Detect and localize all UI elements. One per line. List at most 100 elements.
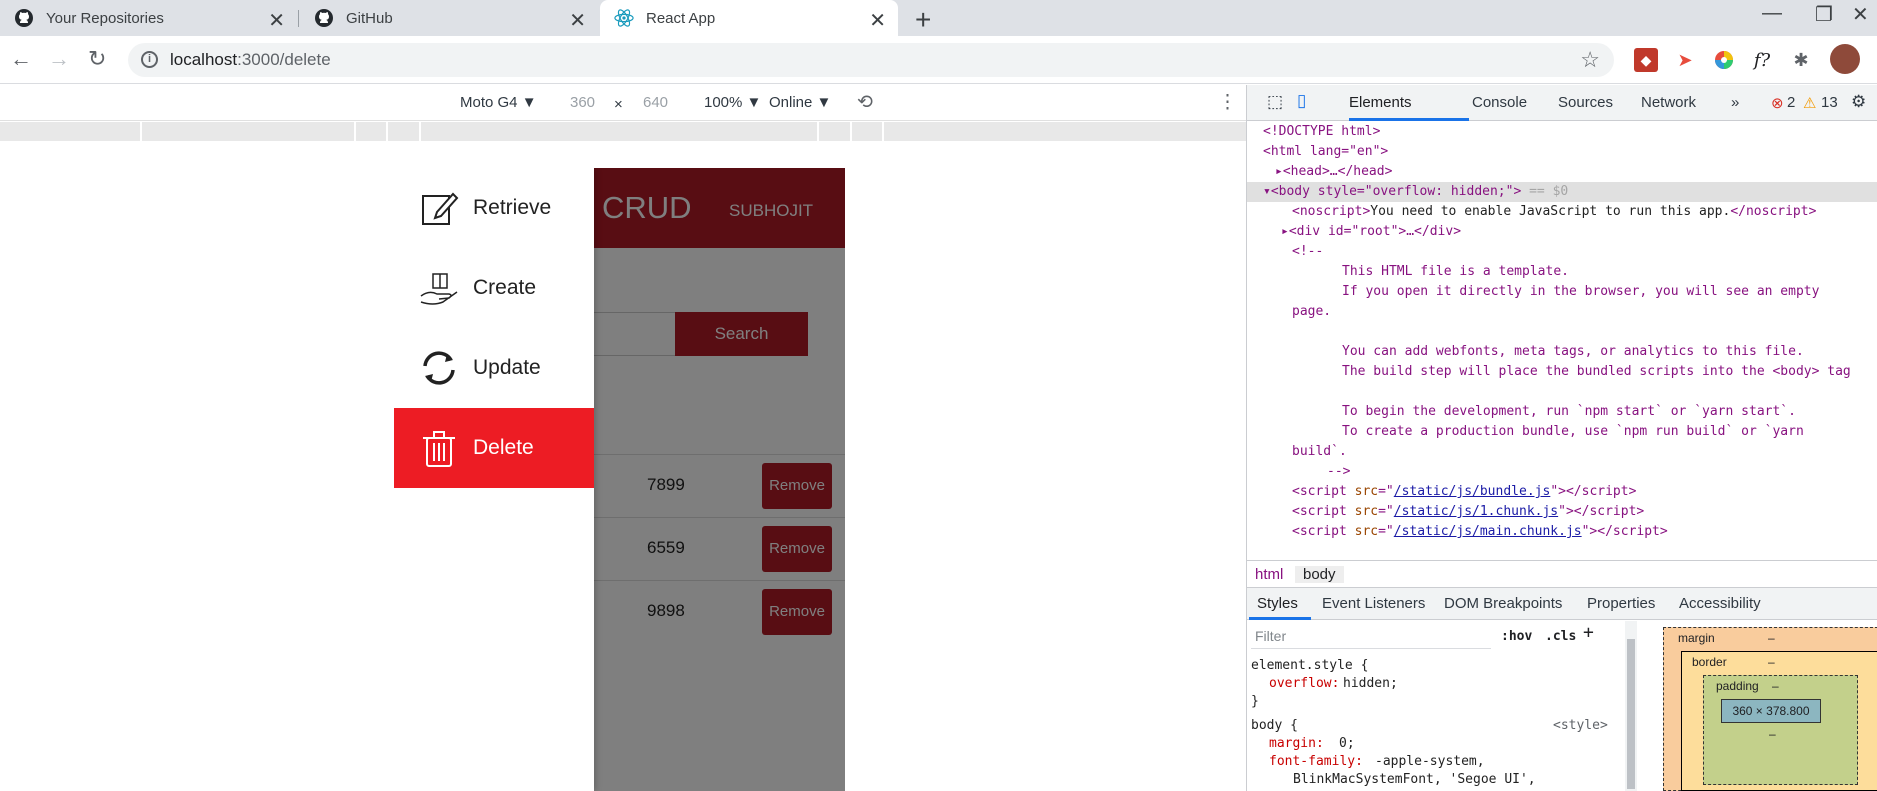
more-tabs-button[interactable]: » [1731, 94, 1739, 111]
breadcrumb-body[interactable]: body [1295, 566, 1344, 583]
rule-source[interactable]: <style> [1553, 717, 1608, 735]
info-icon[interactable]: i [141, 51, 158, 68]
dom-comment: You can add webfonts, meta tags, or anal… [1342, 344, 1804, 359]
box-content[interactable]: 360 × 378.800 [1721, 699, 1821, 723]
tab-sources[interactable]: Sources [1558, 94, 1613, 111]
ruler-tick [817, 122, 819, 141]
device-height-input[interactable]: 640 [643, 94, 668, 111]
tab-accessibility[interactable]: Accessibility [1679, 595, 1761, 612]
avatar[interactable] [1830, 44, 1860, 74]
color-wheel-icon[interactable] [1712, 48, 1736, 72]
browser-tab-github[interactable]: GitHub ✕ [300, 0, 598, 36]
dom-root-div[interactable]: ▸<div id="root">…</div> [1247, 222, 1877, 242]
close-icon[interactable]: ✕ [869, 8, 886, 33]
box-padding-top: – [1772, 679, 1779, 693]
new-style-rule-icon[interactable]: + [1583, 624, 1594, 642]
dom-doctype[interactable]: <!DOCTYPE html> [1247, 122, 1877, 142]
tab-elements[interactable]: Elements [1349, 94, 1412, 111]
gift-hand-icon [420, 273, 458, 305]
breadcrumb-html[interactable]: html [1247, 566, 1291, 583]
throttle-select[interactable]: Online ▼ [769, 94, 831, 111]
tab-title: React App [646, 9, 716, 27]
minimize-icon[interactable]: — [1762, 2, 1782, 25]
drawer-item-delete[interactable]: Delete [394, 408, 594, 488]
bookmark-star-icon[interactable]: ☆ [1580, 47, 1600, 73]
ruler-tick [140, 122, 142, 141]
browser-toolbar: ← → ↻ i localhost:3000/delete ☆ ◆ ➤ f? ✱ [0, 36, 1877, 84]
close-window-icon[interactable]: ✕ [1852, 2, 1869, 27]
settings-gear-icon[interactable]: ⚙ [1851, 92, 1866, 112]
trash-icon [423, 431, 455, 467]
css-value[interactable]: -apple-system, [1375, 753, 1485, 771]
css-value[interactable]: 0; [1339, 735, 1355, 753]
dom-comment: --> [1327, 464, 1351, 479]
drawer-item-update[interactable]: Update [394, 328, 594, 408]
tab-styles[interactable]: Styles [1257, 595, 1298, 612]
dom-comment[interactable]: <!-- [1247, 242, 1877, 262]
styles-scrollbar[interactable] [1625, 621, 1637, 791]
device-width-input[interactable]: 360 [570, 94, 595, 111]
dom-script[interactable]: <script src="/static/js/1.chunk.js"></sc… [1247, 502, 1877, 522]
warning-count[interactable]: 13 [1821, 94, 1838, 111]
dom-html[interactable]: <html lang="en"> [1247, 142, 1877, 162]
css-value[interactable]: hidden; [1343, 675, 1398, 693]
tab-console[interactable]: Console [1472, 94, 1527, 111]
box-padding-bottom: – [1769, 727, 1776, 741]
rotate-icon[interactable]: ⟲ [857, 91, 873, 114]
css-property[interactable]: margin: [1269, 735, 1324, 753]
scrollbar-thumb[interactable] [1627, 639, 1635, 789]
tab-dom-breakpoints[interactable]: DOM Breakpoints [1444, 595, 1562, 612]
new-tab-button[interactable]: + [915, 4, 931, 36]
extension-puzzle-red-icon[interactable]: ◆ [1634, 48, 1658, 72]
drawer-item-create[interactable]: Create [394, 248, 594, 328]
dom-body[interactable]: ▾<body style="overflow: hidden;"> == $0 [1247, 182, 1877, 202]
dom-comment: This HTML file is a template. [1342, 264, 1569, 279]
device-toggle-icon[interactable]: ▯ [1297, 91, 1306, 111]
body-rule[interactable]: body { [1251, 717, 1298, 735]
close-icon[interactable]: ✕ [268, 8, 285, 33]
extensions-puzzle-icon[interactable]: ✱ [1789, 48, 1813, 72]
reload-icon[interactable]: ↻ [88, 46, 106, 72]
styles-pane: Filter :hov .cls + element.style { overf… [1247, 621, 1637, 791]
extension-arrow-icon[interactable]: ➤ [1673, 48, 1697, 72]
device-select[interactable]: Moto G4 ▼ [460, 94, 537, 111]
more-options-icon[interactable]: ⋮ [1218, 91, 1237, 114]
react-icon [614, 8, 634, 28]
dom-comment: If you open it directly in the browser, … [1342, 284, 1820, 299]
formula-icon[interactable]: f? [1750, 48, 1774, 72]
browser-tab-repositories[interactable]: Your Repositories ✕ [0, 0, 297, 36]
active-subtab-indicator [1249, 617, 1311, 620]
css-property[interactable]: font-family: [1269, 753, 1363, 771]
tab-event-listeners[interactable]: Event Listeners [1322, 595, 1425, 612]
tab-network[interactable]: Network [1641, 94, 1696, 111]
browser-tab-react-app[interactable]: React App ✕ [600, 0, 898, 36]
zoom-select[interactable]: 100% ▼ [704, 94, 761, 111]
refresh-icon [423, 351, 455, 385]
ruler-tick [882, 122, 884, 141]
maximize-icon[interactable]: ❐ [1815, 2, 1833, 27]
address-bar[interactable]: i localhost:3000/delete ☆ [128, 43, 1614, 77]
media-query-ruler[interactable] [0, 122, 1246, 141]
cls-toggle[interactable]: .cls [1545, 628, 1576, 646]
inspect-element-icon[interactable]: ⬚ [1267, 92, 1283, 112]
github-icon [14, 8, 34, 28]
warning-icon[interactable]: ⚠ [1803, 94, 1816, 112]
styles-filter-input[interactable]: Filter [1251, 625, 1491, 649]
back-icon[interactable]: ← [10, 46, 32, 72]
hov-toggle[interactable]: :hov [1501, 628, 1532, 646]
dom-head[interactable]: ▸<head>…</head> [1247, 162, 1877, 182]
ruler-tick [850, 122, 852, 141]
box-padding: padding – [1703, 675, 1858, 785]
error-icon[interactable]: ⊗ [1771, 94, 1784, 112]
forward-icon[interactable]: → [48, 46, 70, 72]
dom-script[interactable]: <script src="/static/js/main.chunk.js"><… [1247, 522, 1877, 542]
element-style-rule[interactable]: element.style { [1251, 657, 1368, 675]
close-icon[interactable]: ✕ [569, 8, 586, 33]
error-count[interactable]: 2 [1787, 94, 1795, 111]
tab-properties[interactable]: Properties [1587, 595, 1655, 612]
css-property[interactable]: overflow: [1269, 675, 1339, 693]
devtools-panel: ⬚ ▯ Elements Console Sources Network » ⊗… [1246, 85, 1877, 791]
dom-script[interactable]: <script src="/static/js/bundle.js"></scr… [1247, 482, 1877, 502]
drawer-item-retrieve[interactable]: Retrieve [394, 168, 594, 248]
dom-noscript[interactable]: <noscript>You need to enable JavaScript … [1247, 202, 1877, 222]
